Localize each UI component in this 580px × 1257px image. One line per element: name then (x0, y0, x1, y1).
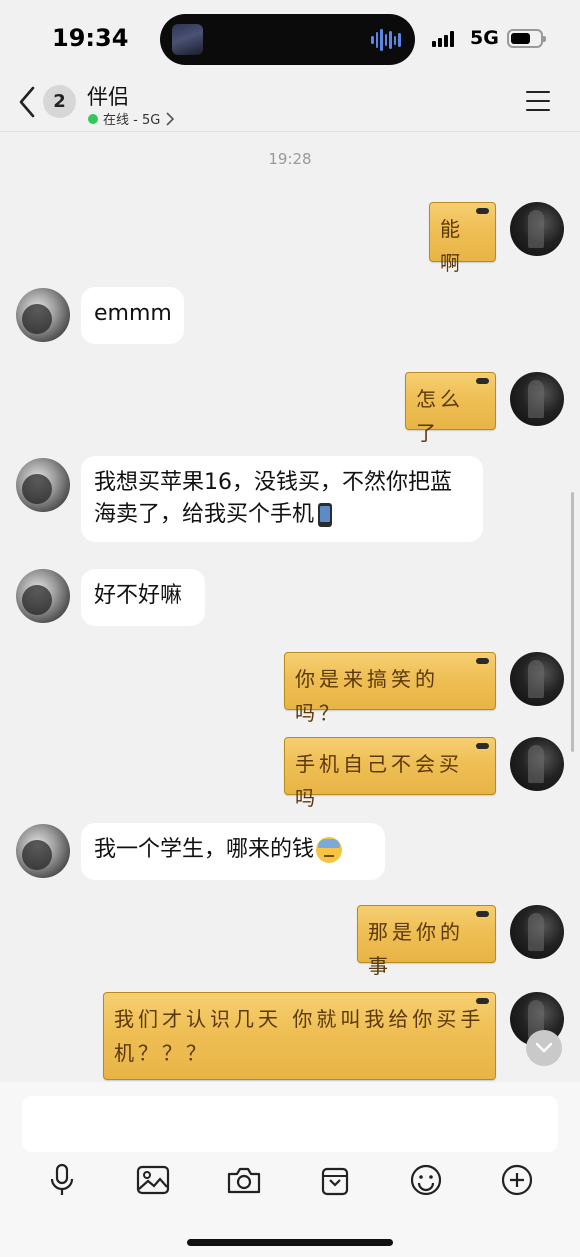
input-toolbar (0, 1160, 580, 1206)
unread-count-badge[interactable]: 2 (43, 85, 76, 118)
contact-status[interactable]: 在线 - 5G (88, 109, 175, 128)
sweat-emoji (316, 837, 343, 863)
home-indicator[interactable] (187, 1239, 393, 1246)
audio-wave-icon (371, 28, 402, 52)
message-bubble-outgoing[interactable]: 那是你的事 (357, 905, 496, 978)
message-text: 我一个学生，哪来的钱 (94, 837, 315, 862)
message-bubble-outgoing[interactable]: 你是来搞笑的吗？ (284, 652, 496, 725)
scroll-to-bottom-button[interactable] (526, 1030, 562, 1066)
network-type: 5G (470, 27, 499, 49)
message-bubble-outgoing[interactable]: 能啊 (429, 202, 496, 275)
message-timestamp: 19:28 (268, 150, 312, 168)
camera-icon[interactable] (224, 1160, 264, 1200)
signal-icon (432, 31, 454, 47)
emoji-smile-icon[interactable] (406, 1160, 446, 1200)
now-playing-artwork (172, 24, 203, 55)
message-bubble-incoming[interactable]: emmm (81, 287, 184, 344)
message-text: 手机自己不会买吗 (295, 752, 463, 810)
online-dot-icon (88, 113, 98, 124)
chat-area[interactable]: 19:28 能啊 emmm 怎么了 我想买苹果16，没钱买，不然你把蓝海卖了，给… (0, 132, 580, 1082)
message-text: emmm (94, 301, 172, 326)
scrollbar[interactable] (571, 492, 574, 752)
message-text: 那是你的事 (368, 920, 464, 978)
message-bubble-incoming[interactable]: 我想买苹果16，没钱买，不然你把蓝海卖了，给我买个手机 (81, 456, 483, 542)
message-bubble-incoming[interactable]: 好不好嘛 (81, 569, 205, 626)
avatar[interactable] (510, 737, 564, 791)
contact-status-text: 在线 - 5G (103, 113, 161, 128)
chevron-right-icon (166, 111, 175, 126)
contact-name[interactable]: 伴侣 (87, 81, 129, 111)
message-bubble-outgoing[interactable]: 怎么了 (405, 372, 496, 445)
composer (0, 1082, 580, 1257)
avatar[interactable] (510, 372, 564, 426)
avatar[interactable] (510, 202, 564, 256)
message-text: 好不好嘛 (94, 583, 183, 608)
message-input[interactable] (22, 1096, 558, 1152)
message-bubble-incoming[interactable]: 我一个学生，哪来的钱 (81, 823, 385, 880)
avatar[interactable] (510, 905, 564, 959)
avatar[interactable] (510, 652, 564, 706)
status-time: 19:34 (52, 24, 129, 52)
microphone-icon[interactable] (42, 1160, 82, 1200)
chevron-down-icon (535, 1042, 553, 1053)
avatar[interactable] (16, 569, 70, 623)
message-text: 你是来搞笑的吗？ (295, 667, 439, 725)
chevron-left-icon (19, 86, 35, 118)
message-text: 怎么了 (416, 387, 464, 445)
battery-icon (507, 29, 546, 48)
image-icon[interactable] (133, 1160, 173, 1200)
message-bubble-outgoing[interactable]: 手机自己不会买吗 (284, 737, 496, 810)
status-bar: 19:34 5G (0, 0, 580, 78)
mobile-phone-emoji (318, 503, 333, 527)
avatar[interactable] (16, 824, 70, 878)
avatar[interactable] (16, 458, 70, 512)
message-text: 我想买苹果16，没钱买，不然你把蓝海卖了，给我买个手机 (94, 470, 452, 527)
message-bubble-outgoing[interactable]: 我们才认识几天 你就叫我给你买手机？？？ (103, 992, 496, 1080)
gift-box-icon[interactable] (315, 1160, 355, 1200)
hamburger-menu-icon[interactable] (526, 91, 550, 111)
dynamic-island[interactable] (160, 14, 415, 65)
plus-circle-icon[interactable] (497, 1160, 537, 1200)
avatar[interactable] (16, 288, 70, 342)
message-text: 我们才认识几天 你就叫我给你买手机？？？ (114, 1007, 485, 1065)
chat-header: 2 伴侣 在线 - 5G (0, 78, 580, 132)
message-text: 能啊 (440, 217, 464, 275)
back-button[interactable] (16, 84, 40, 120)
